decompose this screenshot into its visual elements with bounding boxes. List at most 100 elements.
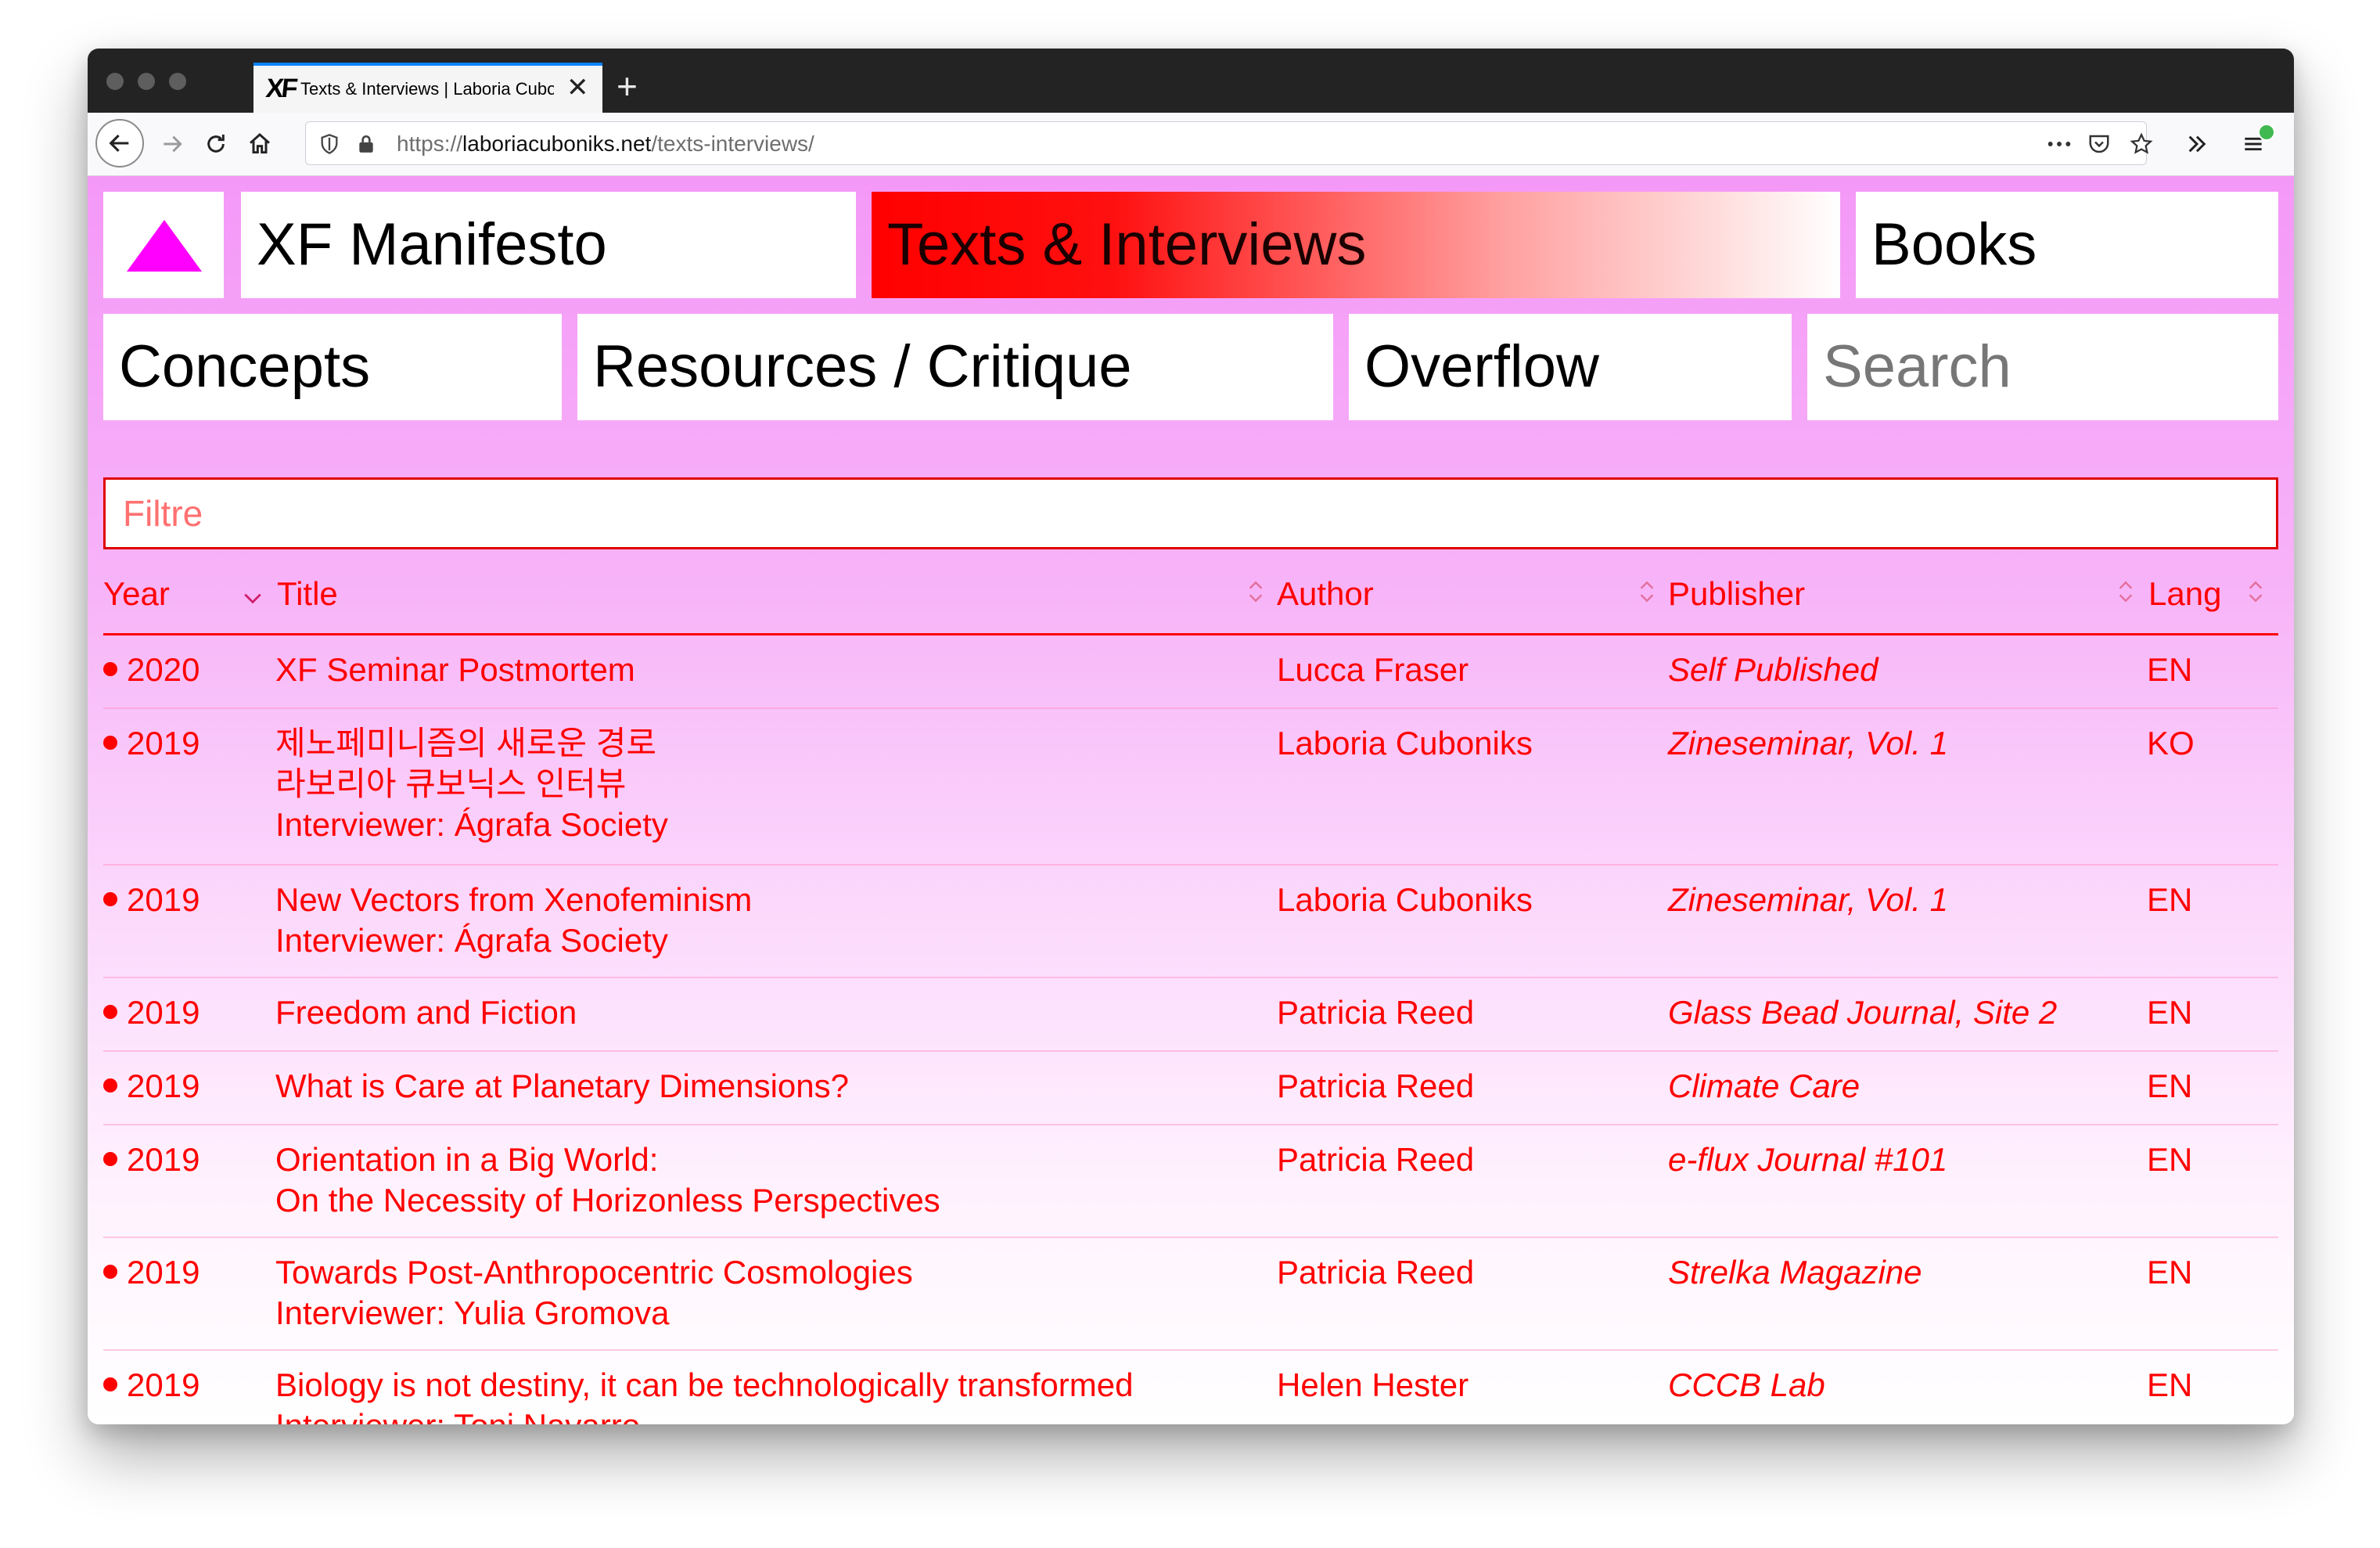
row-author: Laboria Cuboniks [1277,725,1533,761]
table-row[interactable]: 2019 제노페미니즘의 새로운 경로 라보리아 큐보닉스 인터뷰 Interv… [103,709,2278,866]
row-author: Patricia Reed [1277,994,1475,1031]
sort-toggle-lang-icon[interactable] [2245,578,2266,605]
bullet-dot [103,735,117,750]
row-year: 2019 [103,992,200,1033]
table-row[interactable]: 2019 Orientation in a Big World: On the … [103,1125,2278,1238]
sort-toggle-author-icon[interactable] [1637,578,1657,605]
row-title[interactable]: 제노페미니즘의 새로운 경로 라보리아 큐보닉스 인터뷰 Interviewer… [275,723,1261,845]
row-title[interactable]: New Vectors from Xenofeminism Interviewe… [275,880,1261,961]
home-logo-link[interactable] [103,192,224,298]
tab-texts-interviews[interactable]: XF Texts & Interviews | Laboria Cuboniks… [253,63,602,113]
sort-toggle-title-icon[interactable] [1246,578,1266,605]
tab-title: Texts & Interviews | Laboria Cuboniks [300,79,554,99]
tab-strip: XF Texts & Interviews | Laboria Cuboniks… [88,49,2294,113]
row-publisher: Zineseminar, Vol. 1 [1668,725,1948,761]
favicon-xf-icon: XF [264,74,297,103]
url-bar[interactable]: https://laboriacuboniks.net/texts-interv… [305,121,2153,165]
table-row[interactable]: 2019 Towards Post-Anthropocentric Cosmol… [103,1238,2278,1351]
table-row[interactable]: 2019 Freedom and Fiction Patricia Reed G… [103,978,2278,1052]
row-publisher: Glass Bead Journal, Site 2 [1668,994,2058,1031]
row-publisher: Strelka Magazine [1668,1254,1922,1291]
bullet-dot [103,1078,117,1093]
row-title[interactable]: Towards Post-Anthropocentric Cosmologies… [275,1252,1261,1334]
table-row[interactable]: 2020 XF Seminar Postmortem Lucca Fraser … [103,635,2278,709]
search-placeholder: Search [1823,333,2011,400]
row-lang: EN [2147,1141,2193,1178]
nav-books[interactable]: Books [1856,192,2278,298]
row-author: Laboria Cuboniks [1277,881,1533,918]
row-year: 2019 [103,880,200,920]
close-tab-icon[interactable]: ✕ [566,72,589,103]
row-lang: EN [2147,1254,2193,1291]
table-row[interactable]: 2019 New Vectors from Xenofeminism Inter… [103,866,2278,978]
new-tab-button[interactable]: + [617,63,638,110]
nav-overflow[interactable]: Overflow [1349,314,1792,420]
reload-button[interactable] [194,122,238,166]
table-row[interactable]: 2019 Biology is not destiny, it can be t… [103,1351,2278,1424]
bullet-dot [103,891,117,906]
sort-toggle-publisher-icon[interactable] [2116,578,2136,605]
page-content: XF Manifesto Texts & Interviews Books Co… [88,176,2294,1424]
minimize-window-dot[interactable] [138,73,155,90]
browser-window: XF Texts & Interviews | Laboria Cuboniks… [88,49,2294,1424]
bullet-dot [103,1004,117,1019]
forward-arrow-icon [164,135,182,153]
row-publisher: e-flux Journal #101 [1668,1141,1948,1178]
shield-icon [321,134,338,154]
search-field[interactable]: Search [1807,314,2278,420]
nav-xf-manifesto[interactable]: XF Manifesto [241,192,856,298]
table-header: Year Title Author Publisher Lang [103,567,2278,635]
row-title[interactable]: Orientation in a Big World: On the Neces… [275,1139,1261,1221]
row-lang: EN [2147,1067,2193,1104]
row-lang: KO [2147,725,2195,761]
header-lang[interactable]: Lang [2148,575,2221,613]
nav-concepts[interactable]: Concepts [103,314,562,420]
row-author: Patricia Reed [1277,1254,1475,1291]
header-year[interactable]: Year [103,575,170,613]
row-title[interactable]: XF Seminar Postmortem [275,650,1261,690]
bullet-dot [103,1264,117,1279]
header-title[interactable]: Title [277,575,338,613]
row-lang: EN [2147,994,2193,1031]
lock-icon [359,135,373,153]
home-icon [250,133,270,154]
header-author[interactable]: Author [1277,575,1374,613]
back-button[interactable] [95,119,144,167]
filter-box [103,477,2278,549]
home-button[interactable] [238,122,282,166]
close-window-dot[interactable] [106,73,124,90]
row-year: 2019 [103,1066,200,1107]
filter-input[interactable] [106,480,2276,547]
row-year: 2019 [103,1252,200,1293]
row-lang: EN [2147,1366,2193,1403]
bullet-dot [103,1151,117,1166]
forward-button[interactable] [150,122,194,166]
reload-icon [207,135,225,153]
bullet-dot [103,1377,117,1391]
row-year: 2019 [103,1365,200,1406]
row-title[interactable]: What is Care at Planetary Dimensions? [275,1066,1261,1107]
triangle-logo-icon [127,220,202,272]
row-publisher: Zineseminar, Vol. 1 [1668,881,1948,918]
row-lang: EN [2147,651,2193,688]
row-author: Lucca Fraser [1277,651,1469,688]
sort-desc-chevron-icon[interactable] [243,591,263,607]
overflow-chevrons-icon[interactable] [2184,131,2209,157]
row-year: 2019 [103,723,200,764]
update-badge [2258,124,2275,141]
bullet-dot [103,661,117,676]
zoom-window-dot[interactable] [169,73,186,90]
nav-resources-critique[interactable]: Resources / Critique [577,314,1333,420]
header-publisher[interactable]: Publisher [1668,575,1805,613]
nav-texts-interviews[interactable]: Texts & Interviews [872,192,1840,298]
row-title[interactable]: Biology is not destiny, it can be techno… [275,1365,1261,1424]
row-title[interactable]: Freedom and Fiction [275,992,1261,1033]
row-author: Patricia Reed [1277,1141,1475,1178]
row-author: Helen Hester [1277,1366,1469,1403]
row-lang: EN [2147,881,2193,918]
url-text[interactable]: https://laboriacuboniks.net/texts-interv… [397,131,814,157]
row-publisher: Self Published [1668,651,1878,688]
table-row[interactable]: 2019 What is Care at Planetary Dimension… [103,1052,2278,1125]
star-icon [2130,132,2153,154]
back-arrow-icon [109,134,129,153]
